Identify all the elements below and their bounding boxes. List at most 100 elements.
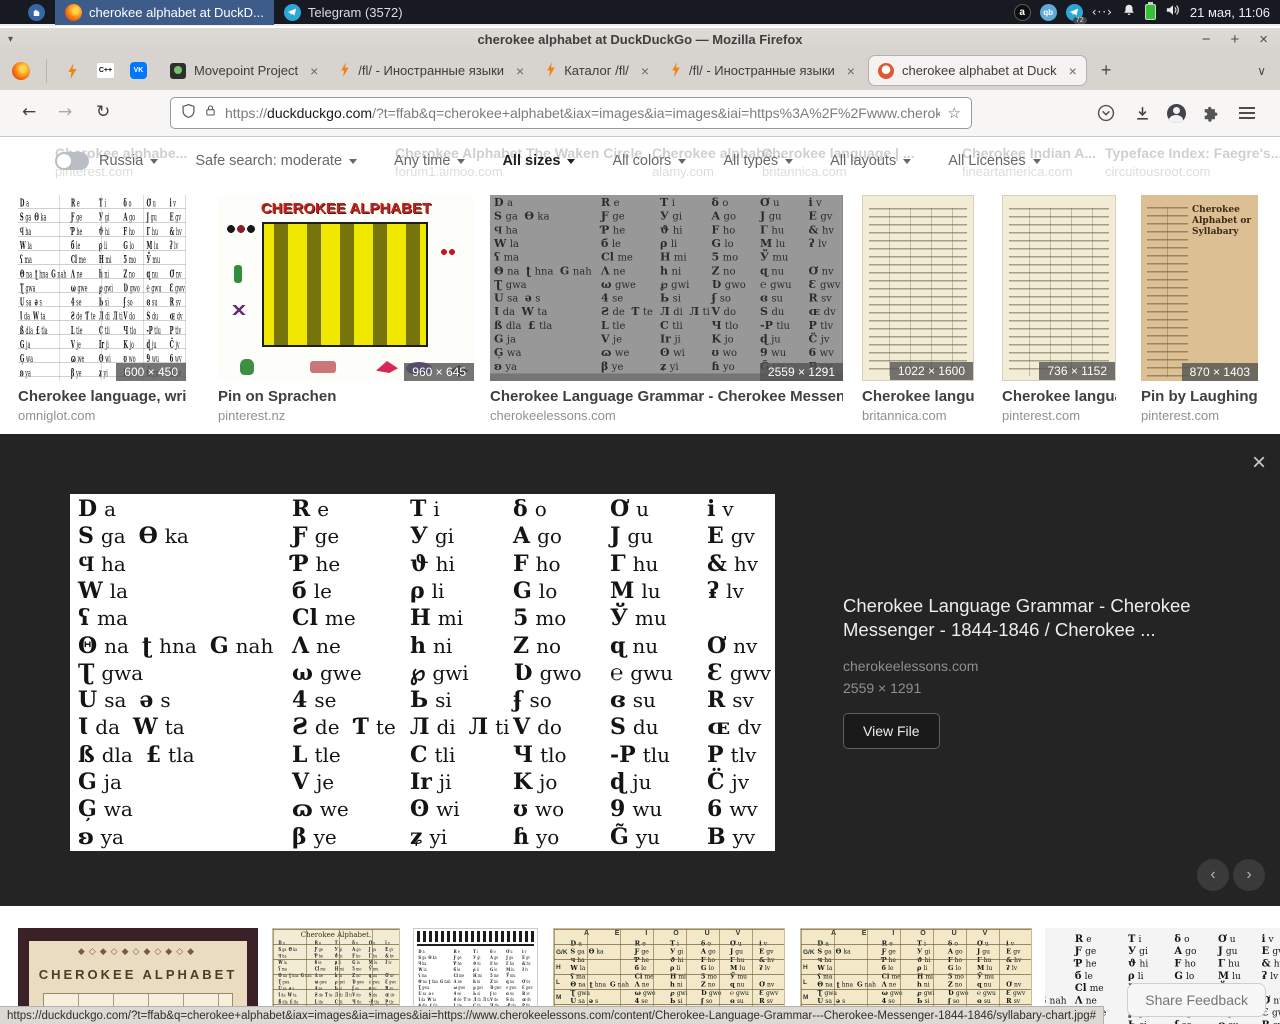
syllabary-cell: Egv (707, 523, 768, 551)
syllabary-cell: Clme (292, 605, 369, 633)
filter-dropdown[interactable]: Any time (394, 153, 465, 169)
close-tab-icon[interactable]: × (310, 63, 318, 79)
result-thumbnail[interactable]: 736 × 1152 (1002, 195, 1116, 381)
pinned-tab-cpp[interactable]: C++ (97, 63, 114, 78)
syllabary-cell: &hv (707, 551, 771, 579)
filter-dropdown[interactable]: All Licenses (948, 153, 1040, 169)
close-preview-icon[interactable]: × (1252, 452, 1266, 474)
syllabary-romanization: lu (511, 967, 514, 972)
preview-title[interactable]: Cherokee Language Grammar - Cherokee Mes… (843, 594, 1205, 642)
filter-dropdown[interactable]: All sizes (502, 153, 575, 169)
battery-icon[interactable] (1145, 4, 1156, 20)
syllabary-cell: Jgu (1218, 945, 1243, 958)
pinned-tab-lightning[interactable] (63, 62, 81, 80)
region-filter[interactable]: Russia (55, 152, 158, 170)
tab-item[interactable]: /fl/ - Иностранные языки× (331, 55, 533, 86)
region-label[interactable]: Russia (99, 153, 158, 169)
filter-dropdown[interactable]: Safe search: moderate (195, 153, 357, 169)
result-thumbnail[interactable]: 1022 × 1600 (862, 195, 974, 381)
syllabary-romanization: mo (494, 973, 499, 978)
region-toggle[interactable] (55, 152, 89, 170)
back-button[interactable]: ← (22, 102, 36, 122)
result-thumbnail[interactable]: Cherokee Alphabet or Syllabary870 × 1403 (1141, 195, 1258, 381)
previous-image-button[interactable]: ‹ (1197, 859, 1229, 891)
url-input[interactable]: https://duckduckgo.com/?t=ffab&q=cheroke… (225, 105, 940, 121)
syllabary-glyph: Ь (410, 687, 428, 713)
minimize-button[interactable]: − (1202, 32, 1211, 47)
image-result[interactable]: 1022 × 1600Cherokee languag...britannica… (862, 195, 974, 423)
syllabary-glyph: M (1218, 970, 1229, 982)
clock[interactable]: 21 мая, 11:06 (1190, 5, 1270, 20)
notifications-bell-icon[interactable] (1122, 3, 1136, 22)
tab-item[interactable]: Movepoint Project× (161, 55, 327, 86)
result-title[interactable]: Pin by Laughing R... (1141, 388, 1258, 405)
close-window-button[interactable]: × (1259, 32, 1268, 47)
result-thumbnail[interactable]: DaReTiδoƠuivSgaƟkaƑgeУgiAgoJguEgvϤhaƤheϑ… (490, 195, 843, 381)
list-all-tabs-button[interactable]: ∨ (1257, 64, 1266, 78)
result-title[interactable]: Cherokee languag... (1002, 388, 1116, 405)
filter-dropdown[interactable]: All types (723, 153, 793, 169)
app-launcher[interactable] (0, 0, 55, 25)
image-result[interactable]: CHEROKEE ALPHABET960 × 645 Pin on Sprache… (218, 195, 474, 423)
next-image-button[interactable]: › (1233, 859, 1265, 891)
view-file-button[interactable]: View File (843, 713, 940, 749)
preview-image[interactable]: DaReTiδoƠuivSgaƟkaƑgeУgiAgoJguEgvϤhaƤheϑ… (70, 494, 775, 851)
result-thumbnail[interactable]: CHEROKEE ALPHABET960 × 645 (218, 195, 474, 381)
qbittorrent-icon[interactable]: qb (1040, 4, 1057, 21)
image-result[interactable]: Cherokee Alphabet or Syllabary870 × 1403… (1141, 195, 1258, 423)
tray-telegram-icon[interactable]: 72 (1066, 4, 1083, 21)
syllabary-cell: Ʈgwa (78, 660, 156, 688)
syllabary-glyph: Ơ (707, 633, 726, 659)
maximize-button[interactable]: + (1230, 32, 1239, 47)
lock-icon[interactable] (204, 103, 217, 123)
account-icon[interactable] (1164, 101, 1188, 125)
syllabary-glyph: 5 (513, 605, 528, 631)
share-feedback-button[interactable]: Share Feedback (1127, 983, 1266, 1017)
syllabary-cell: Fho (513, 551, 574, 579)
syllabary-romanization: su (633, 688, 656, 712)
image-result[interactable]: DaReTiδoƠuivSgaƟkaƑgeУgiAgoJguEgvϤhaƤheϑ… (490, 195, 843, 423)
tab-active[interactable]: cherokee alphabet at Duck× (868, 55, 1087, 86)
taskbar-window-telegram[interactable]: Telegram (3572) (274, 0, 413, 25)
image-result[interactable]: DaReTiδoƠuivSgaƟkaƑgeУgiAgoJguEgvϤhaƤheϑ… (18, 195, 186, 423)
filter-dropdown[interactable]: All layouts (830, 153, 911, 169)
bookmark-star-icon[interactable]: ☆ (948, 104, 961, 122)
syllabary-glyph: & (522, 960, 525, 966)
syllabary-cell: ƖdaWta (78, 714, 198, 742)
taskbar-window-firefox[interactable]: cherokee alphabet at DuckD... (55, 0, 274, 25)
image-result[interactable]: 736 × 1152Cherokee languag...pinterest.c… (1002, 195, 1116, 423)
result-thumbnail[interactable]: DaReTiδoƠuivSgaƟkaƑgeУgiAgoJguEgvϤhaƤheϑ… (18, 195, 186, 381)
pinned-tab-vk[interactable]: VK (130, 62, 147, 79)
result-title[interactable]: Cherokee Language Grammar - Cherokee Mes… (490, 388, 843, 405)
forward-button[interactable]: → (58, 102, 72, 122)
downloads-icon[interactable] (1130, 101, 1154, 125)
syllabary-cell: ʕma (78, 605, 141, 633)
result-title[interactable]: Pin on Sprachen (218, 388, 474, 405)
volume-icon[interactable] (1165, 3, 1181, 22)
url-bar[interactable]: https://duckduckgo.com/?t=ffab&q=cheroke… (170, 97, 972, 129)
close-tab-icon[interactable]: × (847, 63, 855, 79)
extensions-puzzle-icon[interactable] (1199, 101, 1223, 125)
tab-item[interactable]: /fl/ - Иностранные языки× (662, 55, 864, 86)
syllabary-cell: Ago (1174, 945, 1202, 958)
result-title[interactable]: Cherokee language, writing ... (18, 388, 186, 405)
syllabary-glyph: ʕ (78, 605, 90, 631)
tab-item[interactable]: Каталог /fl/× (537, 55, 658, 86)
syllabary-romanization: su (1228, 1019, 1238, 1024)
tracking-shield-icon[interactable] (181, 103, 196, 124)
close-tab-icon[interactable]: × (641, 63, 649, 79)
tray-app-a-icon[interactable]: a (1014, 4, 1031, 21)
pinned-tab-firefox[interactable] (12, 62, 30, 80)
syllabary-romanization: i (477, 949, 478, 954)
close-tab-icon[interactable]: × (1069, 63, 1077, 79)
close-tab-icon[interactable]: × (516, 63, 524, 79)
menu-hamburger-icon[interactable] (1235, 101, 1259, 125)
syllabary-cell: ЛdiЛti (410, 714, 523, 742)
network-icon[interactable]: ‹··› (1092, 5, 1113, 19)
new-tab-button[interactable]: + (1089, 60, 1124, 81)
pocket-icon[interactable] (1094, 101, 1118, 125)
result-title[interactable]: Cherokee languag... (862, 388, 974, 405)
filter-dropdown[interactable]: All colors (612, 153, 686, 169)
reload-button[interactable]: ↻ (96, 102, 110, 122)
syllabary-glyph: i (1262, 933, 1266, 945)
